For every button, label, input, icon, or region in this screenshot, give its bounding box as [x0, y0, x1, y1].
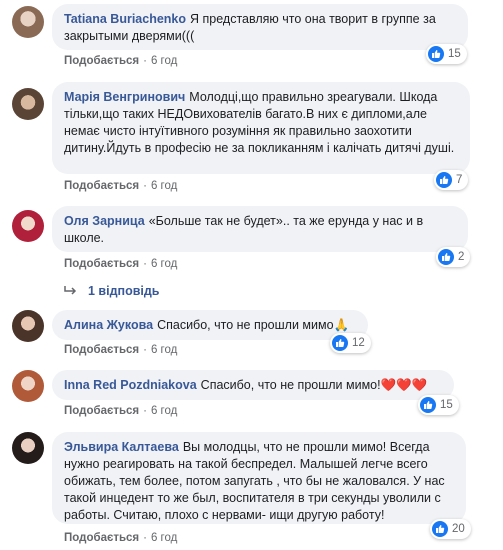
reaction-count-badge[interactable]: 15 — [426, 44, 467, 64]
reaction-count: 7 — [456, 174, 463, 186]
reaction-count: 15 — [448, 48, 461, 60]
reaction-count-badge[interactable]: 12 — [330, 333, 371, 353]
timestamp[interactable]: 6 год — [151, 55, 177, 67]
comment-author[interactable]: Алина Жукова — [64, 318, 153, 332]
avatar[interactable] — [12, 310, 44, 342]
comment-meta: Подобається · 6 год — [64, 258, 178, 270]
reaction-count-badge[interactable]: 20 — [430, 519, 471, 539]
like-reaction-icon — [420, 397, 436, 413]
like-button[interactable]: Подобається — [64, 258, 139, 270]
reaction-count-badge[interactable]: 2 — [436, 247, 471, 267]
like-reaction-icon — [428, 46, 444, 62]
reaction-count: 2 — [458, 251, 465, 263]
reaction-count: 20 — [452, 523, 465, 535]
avatar[interactable] — [12, 370, 44, 402]
like-reaction-icon — [436, 172, 452, 188]
comment-bubble: Марія Венгринович Молодці,що правильно зр… — [52, 82, 470, 174]
like-reaction-icon — [438, 249, 454, 265]
reaction-count: 12 — [352, 337, 365, 349]
hearts-emoji: ❤️❤️❤️ — [380, 378, 428, 392]
comment-bubble: Эльвира Калтаева Вы молодцы, что не прошл… — [52, 432, 466, 524]
reaction-count-badge[interactable]: 15 — [418, 395, 459, 415]
comment-bubble: Inna Red Pozdniakova Спасибо, что не прош… — [52, 370, 454, 400]
like-button[interactable]: Подобається — [64, 344, 139, 356]
reaction-count: 15 — [440, 399, 453, 411]
comment-author[interactable]: Эльвира Калтаева — [64, 440, 179, 454]
like-reaction-icon — [432, 521, 448, 537]
like-button[interactable]: Подобається — [64, 532, 139, 544]
comment-author[interactable]: Марія Венгринович — [64, 90, 185, 104]
reaction-count-badge[interactable]: 7 — [434, 170, 469, 190]
replies-count-label[interactable]: 1 відповідь — [88, 284, 159, 298]
comment-author[interactable]: Оля Зарница — [64, 214, 145, 228]
comment-bubble: Оля Зарница «Больше так не будет».. та же… — [52, 206, 468, 252]
comment-meta: Подобається · 6 год — [64, 180, 178, 192]
timestamp[interactable]: 6 год — [151, 258, 177, 270]
like-button[interactable]: Подобається — [64, 180, 139, 192]
comment-text: Спасибо, что не прошли мимо! — [200, 378, 381, 392]
comment-author[interactable]: Inna Red Pozdniakova — [64, 378, 197, 392]
like-button[interactable]: Подобається — [64, 405, 139, 417]
comment-meta: Подобається · 6 год — [64, 55, 178, 67]
view-replies-link[interactable]: 1 відповідь — [64, 284, 159, 298]
comment-author[interactable]: Tatiana Buriachenko — [64, 12, 186, 26]
comment-meta: Подобається · 6 год — [64, 532, 178, 544]
reply-arrow-icon — [64, 284, 78, 298]
comment-meta: Подобається · 6 год — [64, 405, 178, 417]
timestamp[interactable]: 6 год — [151, 344, 177, 356]
comment-text: Спасибо, что не прошли мимо — [157, 318, 334, 332]
avatar[interactable] — [12, 6, 44, 38]
like-reaction-icon — [332, 335, 348, 351]
like-button[interactable]: Подобається — [64, 55, 139, 67]
avatar[interactable] — [12, 432, 44, 464]
comment-bubble: Tatiana Buriachenko Я представляю что она… — [52, 4, 468, 50]
avatar[interactable] — [12, 88, 44, 120]
timestamp[interactable]: 6 год — [151, 532, 177, 544]
comment-meta: Подобається · 6 год — [64, 344, 178, 356]
avatar[interactable] — [12, 210, 44, 242]
timestamp[interactable]: 6 год — [151, 180, 177, 192]
comment-bubble: Алина Жукова Спасибо, что не прошли мимо🙏 — [52, 310, 368, 340]
pray-emoji: 🙏 — [333, 318, 350, 332]
timestamp[interactable]: 6 год — [151, 405, 177, 417]
